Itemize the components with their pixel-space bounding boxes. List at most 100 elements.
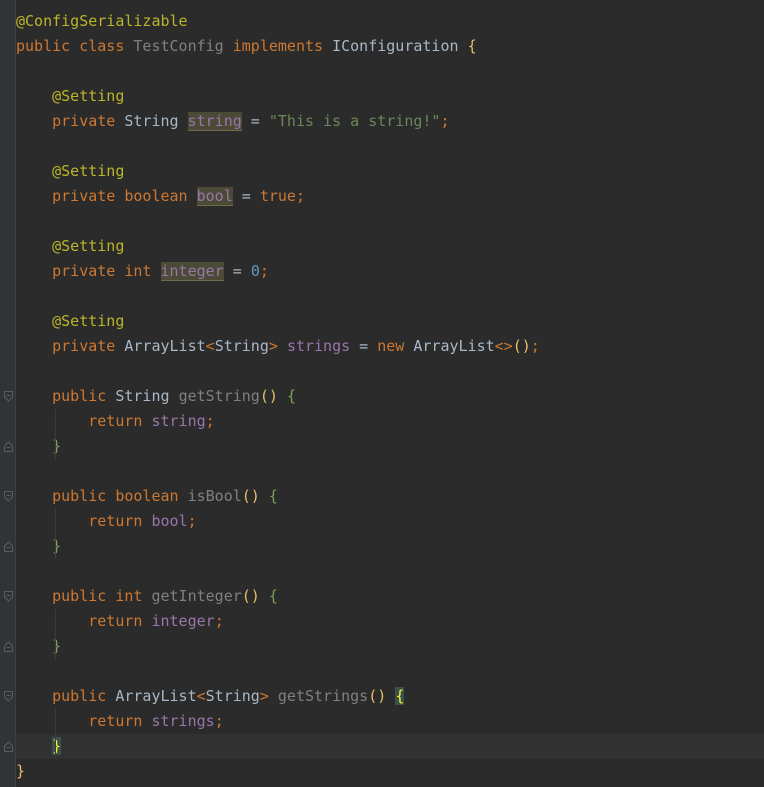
code-token: @Setting (52, 312, 125, 330)
code-line[interactable] (16, 659, 764, 684)
code-line[interactable]: @Setting (16, 84, 764, 109)
code-token: ArrayList (115, 687, 197, 705)
fold-open-icon[interactable] (4, 491, 13, 502)
code-token: getInteger (151, 587, 242, 605)
code-token: ; (440, 112, 450, 130)
fold-close-icon[interactable] (4, 441, 13, 452)
code-line[interactable]: } (16, 434, 764, 459)
code-token: true (259, 187, 296, 205)
fold-close-icon[interactable] (4, 541, 13, 552)
code-token: () (512, 337, 531, 355)
code-line[interactable] (16, 209, 764, 234)
code-line[interactable]: } (16, 734, 764, 759)
code-token: } (52, 437, 62, 455)
code-line[interactable] (16, 559, 764, 584)
code-line[interactable]: return string; (16, 409, 764, 434)
code-line[interactable]: private int integer = 0; (16, 259, 764, 284)
code-line[interactable]: @Setting (16, 234, 764, 259)
code-token: } (52, 537, 62, 555)
code-token: TestConfig (133, 37, 224, 55)
indent-guide (55, 509, 57, 534)
code-line[interactable]: private boolean bool = true; (16, 184, 764, 209)
code-token: public (16, 37, 80, 55)
code-token: @Setting (52, 237, 125, 255)
code-token: > (259, 687, 269, 705)
code-token: 0 (250, 262, 260, 280)
code-line[interactable]: public String getString() { (16, 384, 764, 409)
code-token: < (205, 337, 215, 355)
code-line[interactable]: return strings; (16, 709, 764, 734)
code-token: private (52, 187, 125, 205)
code-token: private (52, 112, 125, 130)
code-token: bool (196, 187, 233, 206)
fold-open-icon[interactable] (4, 591, 13, 602)
code-token: () (368, 687, 387, 705)
code-line[interactable] (16, 459, 764, 484)
code-token: { (268, 587, 278, 605)
code-line[interactable]: @Setting (16, 159, 764, 184)
indent-guide (55, 634, 57, 659)
code-token: public (52, 487, 116, 505)
code-token: = (232, 187, 260, 205)
code-token: class (79, 37, 134, 55)
code-line[interactable]: @ConfigSerializable (16, 9, 764, 34)
fold-open-icon[interactable] (4, 691, 13, 702)
code-token: ArrayList (124, 337, 206, 355)
code-token: "This is a string!" (268, 112, 441, 130)
code-line[interactable]: @Setting (16, 309, 764, 334)
editor-gutter (0, 0, 16, 787)
code-token: } (16, 762, 26, 780)
code-token: { (286, 387, 296, 405)
code-token: } (52, 637, 62, 655)
code-line[interactable] (16, 134, 764, 159)
code-line[interactable] (16, 359, 764, 384)
code-token: string (187, 112, 242, 131)
code-line[interactable]: public boolean isBool() { (16, 484, 764, 509)
fold-open-icon[interactable] (4, 391, 13, 402)
code-line[interactable]: public ArrayList<String> getStrings() { (16, 684, 764, 709)
fold-close-icon[interactable] (4, 641, 13, 652)
code-line[interactable]: } (16, 634, 764, 659)
code-token: { (268, 487, 278, 505)
code-area[interactable]: @ConfigSerializable public class TestConf… (16, 9, 764, 784)
fold-close-icon[interactable] (4, 741, 13, 752)
code-token: ; (259, 262, 269, 280)
code-editor[interactable]: @ConfigSerializable public class TestConf… (0, 0, 764, 787)
code-line[interactable]: public int getInteger() { (16, 584, 764, 609)
code-line[interactable]: return integer; (16, 609, 764, 634)
code-token: = (223, 262, 251, 280)
code-token: { (395, 687, 405, 705)
code-token: { (467, 37, 477, 55)
code-token: IConfiguration (332, 37, 459, 55)
code-line[interactable]: return bool; (16, 509, 764, 534)
code-token: () (241, 487, 260, 505)
code-token: @Setting (52, 87, 125, 105)
code-line[interactable]: } (16, 534, 764, 559)
code-line[interactable] (16, 59, 764, 84)
code-token: <> (494, 337, 513, 355)
code-token: public (52, 687, 116, 705)
code-token: String (214, 337, 269, 355)
code-line[interactable] (16, 284, 764, 309)
code-token: strings (286, 337, 351, 355)
code-line[interactable]: private String string = "This is a strin… (16, 109, 764, 134)
code-line[interactable]: private ArrayList<String> strings = new … (16, 334, 764, 359)
code-token: () (241, 587, 260, 605)
code-token: bool (151, 512, 188, 530)
code-token: () (259, 387, 278, 405)
code-token: ; (187, 512, 197, 530)
code-line[interactable]: } (16, 759, 764, 784)
code-token: getString (178, 387, 260, 405)
code-line[interactable]: public class TestConfig implements IConf… (16, 34, 764, 59)
